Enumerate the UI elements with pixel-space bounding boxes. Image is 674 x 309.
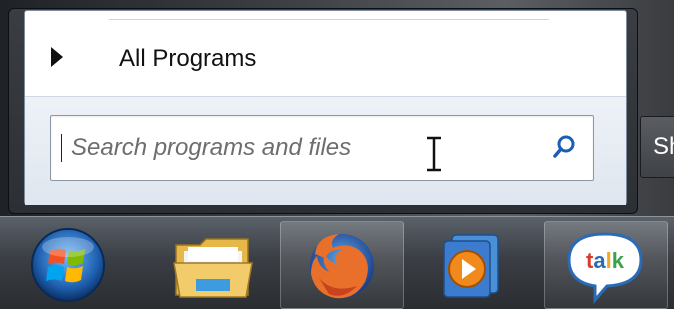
windows-start-orb-icon bbox=[31, 228, 105, 302]
shutdown-button[interactable]: Sh bbox=[640, 116, 674, 178]
search-icon[interactable] bbox=[551, 134, 577, 160]
ibeam-cursor-icon bbox=[427, 136, 441, 172]
search-input[interactable] bbox=[69, 130, 513, 166]
svg-text:talk: talk bbox=[586, 248, 625, 273]
taskbar-google-talk-button[interactable]: talk bbox=[544, 221, 668, 309]
firefox-icon bbox=[310, 234, 374, 299]
taskbar-explorer-button[interactable] bbox=[152, 221, 274, 307]
taskbar-media-player-button[interactable] bbox=[410, 221, 532, 307]
menu-separator bbox=[109, 19, 549, 20]
all-programs-label: All Programs bbox=[119, 45, 257, 72]
taskbar-firefox-button[interactable] bbox=[280, 221, 404, 309]
folder-icon bbox=[173, 238, 253, 298]
start-button[interactable] bbox=[18, 221, 118, 307]
triangle-right-icon bbox=[51, 47, 63, 67]
text-caret bbox=[61, 134, 62, 162]
taskbar: talk bbox=[0, 216, 674, 309]
media-player-icon bbox=[443, 234, 499, 298]
all-programs-item[interactable]: All Programs bbox=[43, 41, 603, 85]
search-box[interactable] bbox=[50, 115, 594, 181]
google-talk-icon: talk bbox=[567, 232, 643, 305]
